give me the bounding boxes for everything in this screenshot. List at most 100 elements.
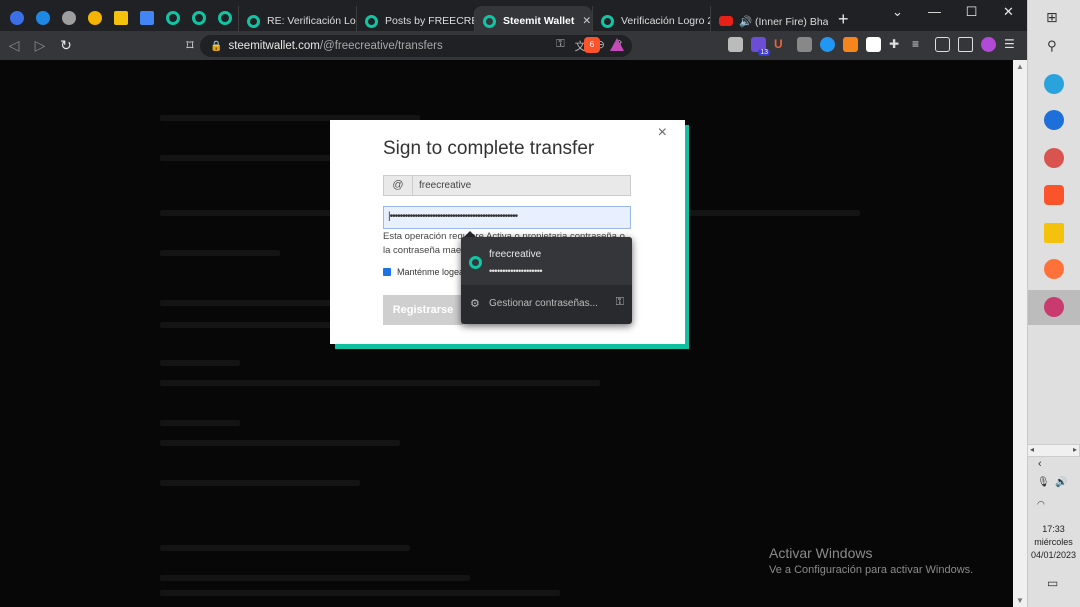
reload-button[interactable]: ↻ bbox=[54, 37, 78, 54]
telegram-icon[interactable] bbox=[1044, 74, 1064, 94]
sidebar-icon[interactable] bbox=[935, 37, 950, 52]
at-icon: @ bbox=[384, 176, 413, 195]
mic-icon[interactable]: 🎙 bbox=[1037, 477, 1050, 488]
pinned-tab[interactable] bbox=[31, 6, 55, 30]
address-bar[interactable]: 🔒 steemitwallet.com/@freecreative/transf… bbox=[200, 35, 632, 57]
metamask-fox-icon[interactable] bbox=[843, 37, 858, 52]
watermark-title: Activar Windows bbox=[769, 545, 873, 561]
notifications-icon[interactable]: ▭ bbox=[1047, 576, 1058, 590]
password-autofill-popup: freecreative •••••••••••••••••••• ⚙ Gest… bbox=[461, 237, 632, 324]
brave-icon[interactable] bbox=[1044, 185, 1064, 205]
extension-icon[interactable] bbox=[728, 37, 743, 52]
page-scrollbar[interactable]: ▲ ▼ bbox=[1013, 60, 1027, 607]
extension-badge: 13 bbox=[758, 49, 770, 56]
keep-logged-checkbox[interactable] bbox=[383, 268, 391, 276]
taskbar-scrollbar[interactable]: ◂ ▸ bbox=[1027, 444, 1080, 457]
scroll-left-icon[interactable]: ◂ bbox=[1030, 445, 1034, 454]
modal-title: Sign to complete transfer bbox=[383, 138, 595, 159]
scroll-down-icon[interactable]: ▼ bbox=[1013, 596, 1027, 605]
pinned-tab[interactable] bbox=[109, 6, 133, 30]
app-icon[interactable] bbox=[1044, 297, 1064, 317]
submit-button[interactable]: Registrarse bbox=[383, 295, 463, 325]
firefox-icon[interactable] bbox=[1044, 259, 1064, 279]
gear-icon: ⚙ bbox=[470, 298, 480, 310]
autofill-suggestion[interactable]: freecreative •••••••••••••••••••• bbox=[461, 237, 632, 285]
pinned-tab[interactable] bbox=[57, 6, 81, 30]
faded-content bbox=[160, 575, 470, 581]
pinned-tab[interactable] bbox=[187, 6, 211, 30]
search-icon[interactable]: ⚲ bbox=[1047, 38, 1057, 54]
close-tab-icon[interactable]: ✕ bbox=[582, 15, 591, 27]
wifi-icon[interactable]: ◠ bbox=[1037, 499, 1045, 510]
brave-shields-icon[interactable]: 6 bbox=[584, 37, 600, 53]
chevron-left-icon[interactable]: ‹ bbox=[1038, 458, 1042, 470]
maximize-button[interactable]: ☐ bbox=[953, 0, 990, 26]
steem-icon bbox=[365, 14, 378, 28]
file-explorer-icon[interactable] bbox=[1044, 223, 1064, 243]
extensions-area: 13 U ✚ ≡ ☰ bbox=[728, 37, 1019, 56]
steem-icon bbox=[166, 11, 180, 25]
suggestion-user: freecreative bbox=[489, 249, 542, 260]
pinned-tab[interactable] bbox=[213, 6, 237, 30]
volume-icon[interactable]: 🔊 bbox=[1055, 477, 1067, 488]
pinned-tab[interactable] bbox=[83, 6, 107, 30]
username-value: freecreative bbox=[419, 180, 472, 191]
close-window-button[interactable]: ✕ bbox=[990, 0, 1027, 26]
key-icon[interactable]: ⚿ bbox=[556, 38, 564, 54]
brave-rewards-icon[interactable] bbox=[610, 38, 624, 51]
back-button[interactable]: ◁ bbox=[2, 37, 26, 54]
pinned-tab[interactable] bbox=[135, 6, 159, 30]
windows-start-icon[interactable]: ⊞ bbox=[1046, 9, 1058, 26]
password-input[interactable]: |•••••••••••••••••••••••••••••••••••••••… bbox=[383, 206, 631, 229]
windows-taskbar: ⊞ ⚲ ‹ 🎙 🔊 ◠ ▭ bbox=[1027, 0, 1080, 607]
ublock-icon[interactable]: U bbox=[774, 37, 789, 52]
username-field: @ freecreative bbox=[383, 175, 631, 196]
tab-label: 🔊 (Inner Fire) Bhast bbox=[739, 15, 828, 28]
profile-avatar[interactable] bbox=[981, 37, 996, 52]
url-text: steemitwallet.com/@freecreative/transfer… bbox=[228, 40, 443, 52]
scroll-up-icon[interactable]: ▲ bbox=[1013, 62, 1027, 71]
faded-content bbox=[160, 590, 560, 596]
key-icon: ⚿ bbox=[615, 296, 624, 308]
messenger-icon bbox=[10, 11, 24, 25]
scroll-right-icon[interactable]: ▸ bbox=[1073, 445, 1077, 454]
faded-content bbox=[160, 360, 240, 366]
extension-icon[interactable] bbox=[866, 37, 881, 52]
new-tab-button[interactable]: + bbox=[838, 9, 849, 30]
wallet-icon[interactable] bbox=[958, 37, 973, 52]
taskbar-clock[interactable]: 17:33 miércoles 04/01/2023 bbox=[1027, 523, 1080, 562]
lock-icon: 🔒 bbox=[210, 40, 223, 52]
clock-time: 17:33 bbox=[1042, 524, 1065, 534]
extension-icon[interactable] bbox=[820, 37, 835, 52]
watermark-subtitle: Ve a Configuración para activar Windows. bbox=[769, 564, 974, 576]
pinned-tab[interactable] bbox=[5, 6, 29, 30]
faded-content bbox=[160, 440, 400, 446]
tab-search-icon[interactable]: ⌄ bbox=[879, 0, 916, 26]
faded-content bbox=[160, 545, 410, 551]
clock-day: miércoles bbox=[1034, 537, 1073, 547]
extensions-puzzle-icon[interactable]: ✚ bbox=[889, 37, 904, 52]
pinned-tab[interactable] bbox=[161, 6, 185, 30]
steem-icon bbox=[469, 256, 482, 269]
steem-icon bbox=[192, 11, 206, 25]
reading-list-icon[interactable]: ≡ bbox=[912, 37, 927, 52]
steem-icon bbox=[601, 14, 614, 28]
steem-icon bbox=[247, 14, 260, 28]
minimize-button[interactable]: — bbox=[916, 0, 953, 26]
extension-icon[interactable]: 13 bbox=[751, 37, 770, 56]
bookmark-icon[interactable]: ⌑ bbox=[178, 37, 202, 54]
close-icon[interactable]: × bbox=[658, 124, 667, 142]
app-icon[interactable] bbox=[1044, 148, 1064, 168]
translate-icon bbox=[140, 11, 154, 25]
tab-label: Posts by FREECREATIVE bbox=[385, 15, 474, 27]
faded-content bbox=[160, 480, 360, 486]
faded-content bbox=[160, 250, 280, 256]
clock-date: 04/01/2023 bbox=[1030, 550, 1077, 560]
metamask-m-icon[interactable] bbox=[797, 37, 812, 52]
manage-passwords[interactable]: ⚙ Gestionar contraseñas... ⚿ bbox=[461, 293, 632, 317]
faded-content bbox=[160, 420, 240, 426]
forward-button[interactable]: ▷ bbox=[28, 37, 52, 54]
menu-icon[interactable]: ☰ bbox=[1004, 37, 1019, 52]
browser-toolbar: ◁ ▷ ↻ ⌑ 🔒 steemitwallet.com/@freecreativ… bbox=[0, 31, 1027, 60]
app-icon[interactable] bbox=[1044, 110, 1064, 130]
